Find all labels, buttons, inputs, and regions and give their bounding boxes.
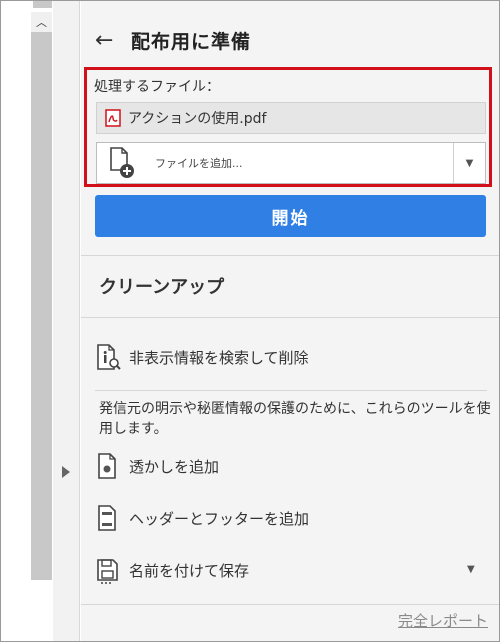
- add-files-dropdown-button[interactable]: ▼: [453, 143, 485, 183]
- pdf-file-icon: [105, 109, 121, 127]
- file-list-item[interactable]: アクションの使用.pdf: [96, 102, 486, 134]
- add-header-footer-label: ヘッダーとフッターを追加: [129, 509, 310, 528]
- save-as-label: 名前を付けて保存: [129, 561, 250, 580]
- add-files-control[interactable]: ファイルを追加... ▼: [96, 142, 486, 184]
- save-icon: [95, 555, 121, 585]
- save-as-tool[interactable]: 名前を付けて保存: [95, 553, 249, 587]
- full-report-link[interactable]: 完全レポート: [398, 610, 488, 631]
- add-files-label: ファイルを追加...: [155, 157, 243, 170]
- divider: [81, 317, 499, 318]
- panel-title: 配布用に準備: [131, 30, 252, 53]
- divider: [81, 604, 499, 605]
- files-to-process-label: 処理するファイル：: [94, 79, 220, 95]
- add-watermark-tool[interactable]: 透かしを追加: [95, 449, 219, 483]
- back-arrow-icon[interactable]: ←: [95, 28, 131, 53]
- add-watermark-label: 透かしを追加: [129, 457, 220, 476]
- scrollbar-top-segment: [33, 0, 52, 8]
- file-name: アクションの使用.pdf: [128, 111, 267, 127]
- add-file-icon: [107, 144, 145, 182]
- header-footer-icon: [95, 503, 121, 533]
- protection-description: 発信元の明示や秘匿情報の保護のために、これらのツールを使用します。: [99, 401, 491, 437]
- divider: [95, 390, 487, 391]
- find-remove-hidden-info-tool[interactable]: 非表示情報を検索して削除: [95, 340, 309, 374]
- cleanup-section-title: クリーンアップ: [99, 277, 225, 298]
- panel-header: ← 配布用に準備: [95, 25, 251, 55]
- find-remove-hidden-info-label: 非表示情報を検索して削除: [129, 348, 309, 367]
- prepare-distribution-panel: ← 配布用に準備 処理するファイル： アクションの使用.pdf ファイルを追加.…: [81, 1, 499, 641]
- collapse-panel-arrow-icon[interactable]: [62, 466, 70, 478]
- add-header-footer-tool[interactable]: ヘッダーとフッターを追加: [95, 501, 309, 535]
- chevron-down-icon[interactable]: ▼: [467, 564, 475, 575]
- chevron-up-icon: ︿: [36, 16, 47, 29]
- watermark-icon: [95, 451, 121, 481]
- find-hidden-info-icon: [95, 342, 121, 372]
- divider: [81, 255, 499, 256]
- start-button[interactable]: 開始: [95, 195, 486, 237]
- chevron-down-icon: ▼: [465, 157, 474, 169]
- vertical-scrollbar[interactable]: [31, 12, 52, 580]
- scroll-up-button[interactable]: ︿: [31, 12, 52, 32]
- panel-gutter: [53, 1, 80, 641]
